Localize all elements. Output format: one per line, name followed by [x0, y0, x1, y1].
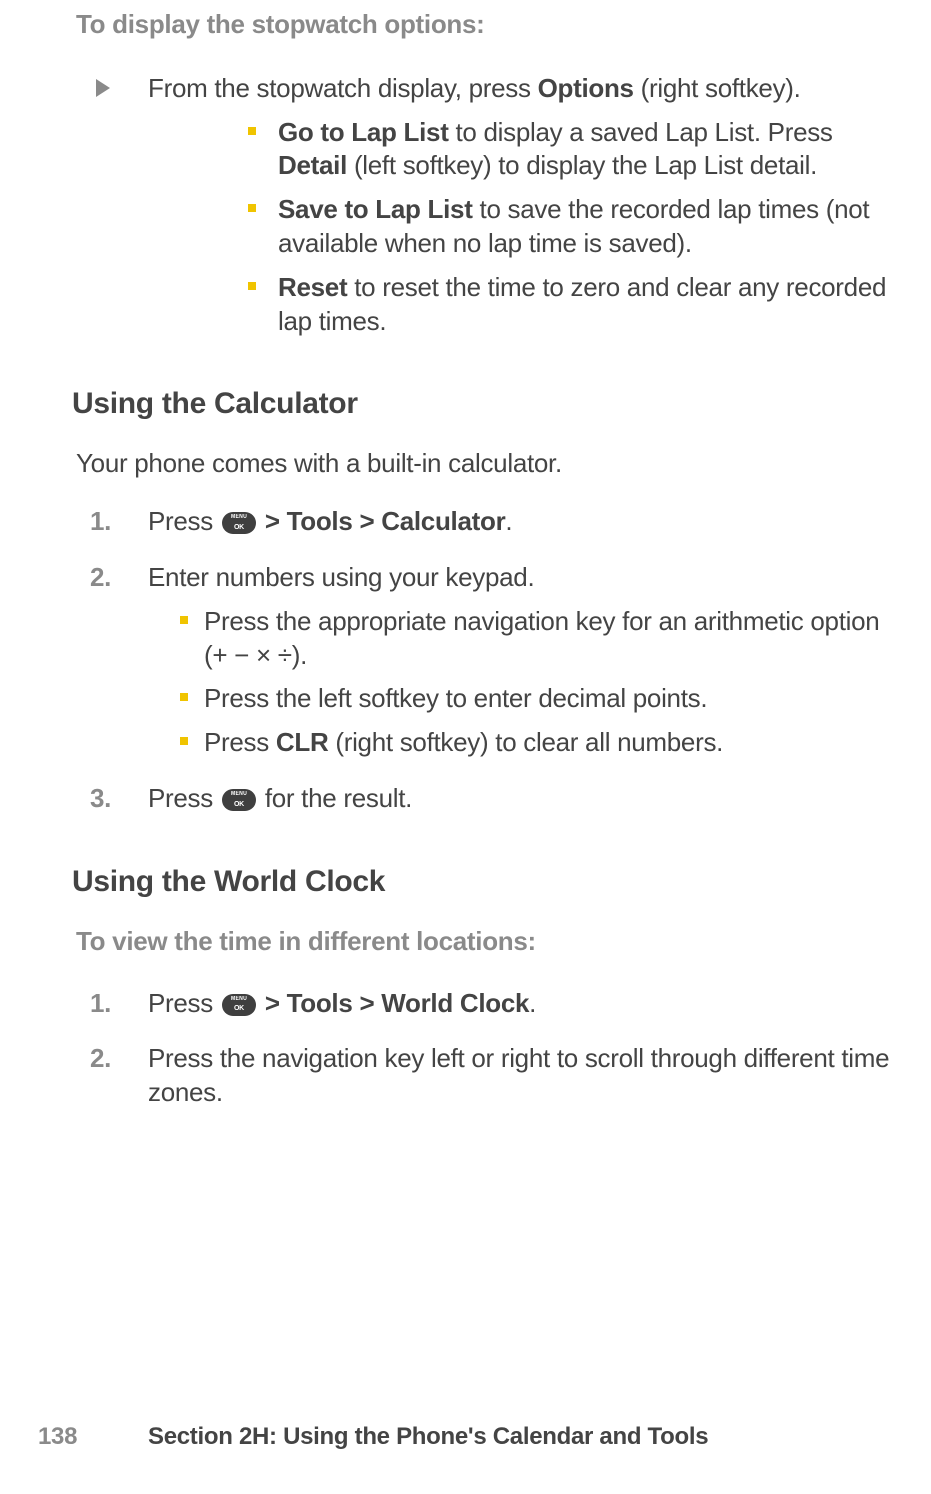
text: From the stopwatch display, press	[148, 73, 538, 103]
menu-ok-key-icon	[222, 994, 256, 1016]
text: Press the appropriate navigation key for…	[204, 606, 879, 670]
menu-ok-key-icon	[222, 789, 256, 811]
worldclock-heading: Using the World Clock	[72, 862, 901, 901]
list-item: Save to Lap List to save the recorded la…	[148, 193, 901, 261]
page: To display the stopwatch options: From t…	[0, 8, 931, 1494]
text: Enter numbers using your keypad.	[148, 562, 534, 592]
worldclock-subheading: To view the time in different locations:	[76, 925, 901, 959]
stopwatch-intro-item: From the stopwatch display, press Option…	[76, 72, 901, 339]
goto-lap-list-label: Go to Lap List	[278, 117, 449, 147]
stopwatch-options-sublist: Go to Lap List to display a saved Lap Li…	[148, 116, 901, 339]
calculator-steps: Press > Tools > Calculator. Enter number…	[76, 505, 901, 816]
text: Press	[148, 783, 220, 813]
step-3: Press for the result.	[76, 782, 901, 816]
list-item: Reset to reset the time to zero and clea…	[148, 271, 901, 339]
stopwatch-sublist-wrap: Go to Lap List to display a saved Lap Li…	[148, 116, 901, 339]
step-2: Enter numbers using your keypad. Press t…	[76, 561, 901, 760]
save-lap-list-label: Save to Lap List	[278, 194, 473, 224]
list-item: Press the left softkey to enter decimal …	[148, 682, 901, 716]
text: to display a saved Lap List. Press	[449, 117, 833, 147]
step-1: Press > Tools > Calculator.	[76, 505, 901, 539]
menu-ok-key-icon	[222, 512, 256, 534]
text: .	[505, 506, 512, 536]
clr-label: CLR	[276, 727, 329, 757]
text: to reset the time to zero and clear any …	[278, 272, 886, 336]
text: Press	[148, 506, 220, 536]
calc-sublist: Press the appropriate navigation key for…	[148, 605, 901, 760]
text: (right softkey) to clear all numbers.	[328, 727, 723, 757]
detail-label: Detail	[278, 150, 347, 180]
step-1: Press > Tools > World Clock.	[76, 987, 901, 1021]
worldclock-steps: Press > Tools > World Clock. Press the n…	[76, 987, 901, 1110]
step-2: Press the navigation key left or right t…	[76, 1042, 901, 1110]
list-item: Press CLR (right softkey) to clear all n…	[148, 726, 901, 760]
stopwatch-intro-list: From the stopwatch display, press Option…	[76, 72, 901, 339]
page-number: 138	[38, 1421, 148, 1452]
text: Press	[204, 727, 276, 757]
options-label: Options	[538, 73, 634, 103]
text: (right softkey).	[634, 73, 801, 103]
text: Press the left softkey to enter decimal …	[204, 683, 707, 713]
calculator-heading: Using the Calculator	[72, 384, 901, 423]
text: .	[529, 988, 536, 1018]
text: Press	[148, 988, 220, 1018]
stopwatch-options-heading: To display the stopwatch options:	[76, 8, 901, 42]
list-item: Go to Lap List to display a saved Lap Li…	[148, 116, 901, 184]
calculator-intro: Your phone comes with a built-in calcula…	[76, 447, 901, 481]
footer-text: Section 2H: Using the Phone's Calendar a…	[148, 1421, 708, 1452]
worldclock-path: > Tools > World Clock	[258, 988, 529, 1018]
text: Press the navigation key left or right t…	[148, 1043, 889, 1107]
text: (left softkey) to display the Lap List d…	[347, 150, 817, 180]
calc-path: > Tools > Calculator	[258, 506, 506, 536]
list-item: Press the appropriate navigation key for…	[148, 605, 901, 673]
text: for the result.	[258, 783, 412, 813]
page-footer: 138 Section 2H: Using the Phone's Calend…	[0, 1421, 931, 1452]
reset-label: Reset	[278, 272, 347, 302]
